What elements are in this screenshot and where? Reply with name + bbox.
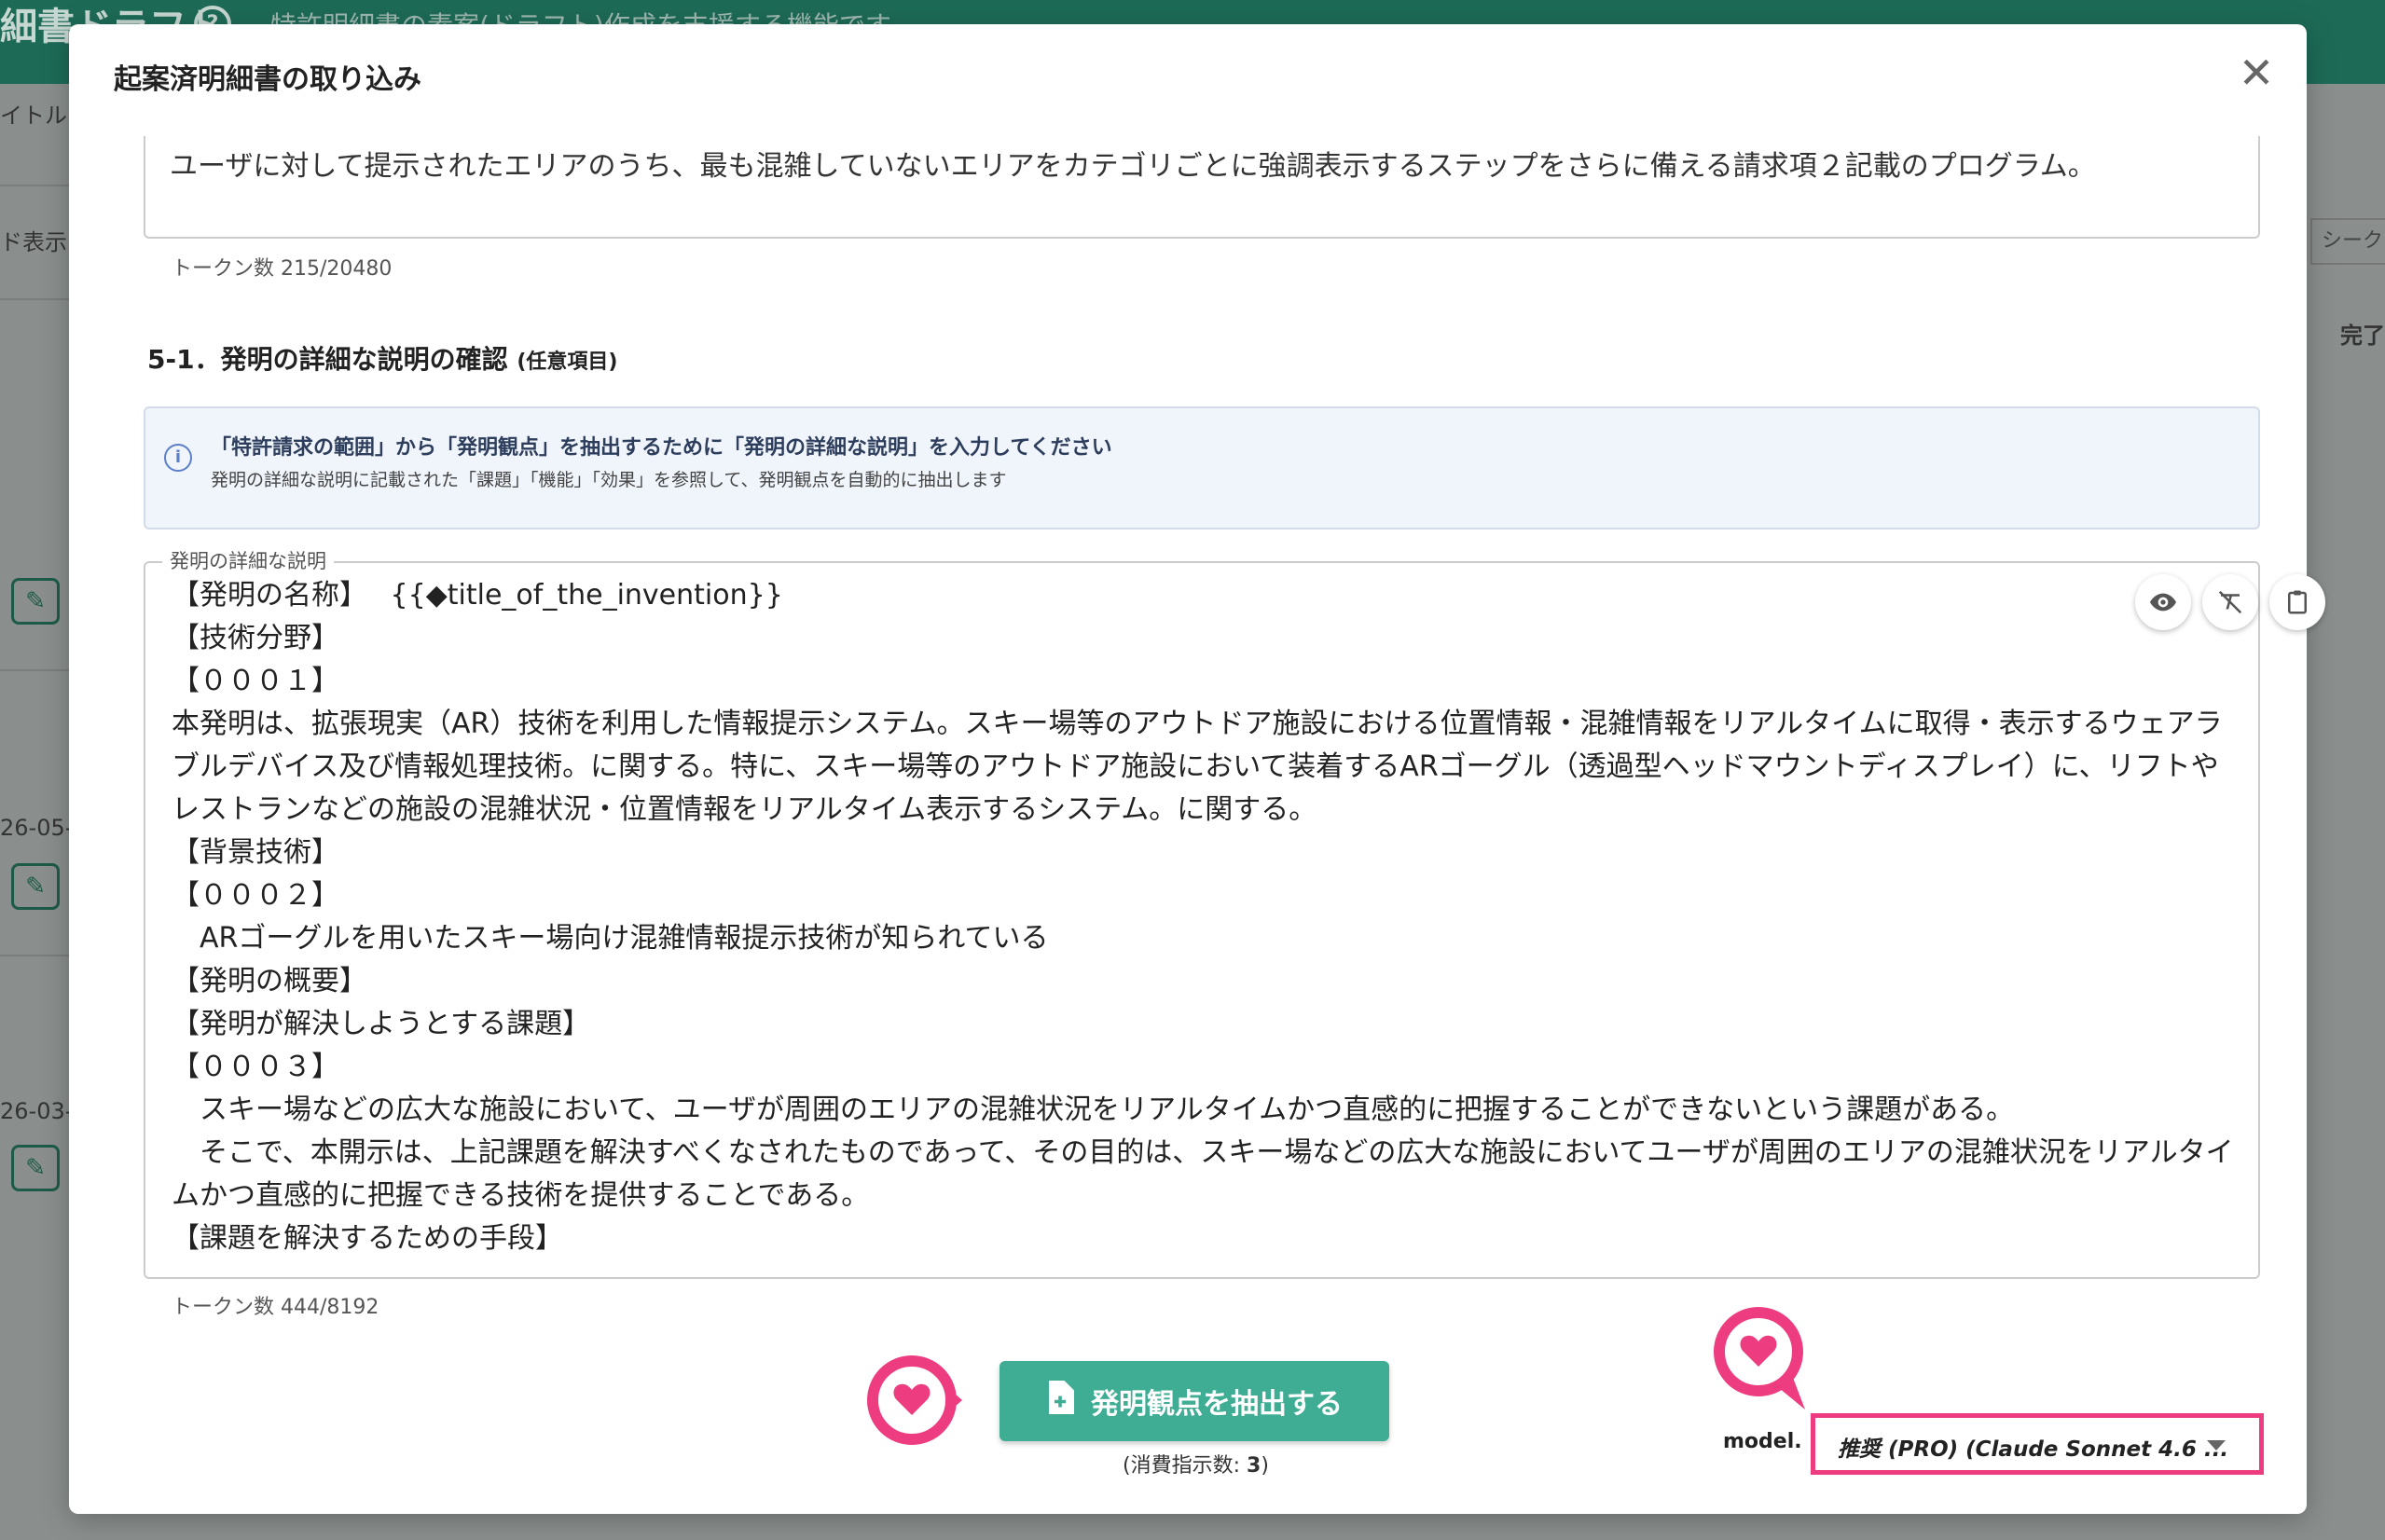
section-title: 5-1．発明の詳細な説明の確認 xyxy=(147,344,508,375)
clear-format-icon[interactable] xyxy=(2202,574,2258,630)
section-heading: 5-1．発明の詳細な説明の確認 (任意項目) xyxy=(147,339,617,377)
bg-edit-button[interactable]: ✎ xyxy=(11,863,60,910)
bg-edit-button[interactable]: ✎ xyxy=(11,578,60,625)
document-add-icon xyxy=(1046,1381,1074,1422)
description-text[interactable]: 【発明の名称】 {{◆title_of_the_invention}} 【技術分… xyxy=(172,574,2241,1264)
clipboard-icon[interactable] xyxy=(2269,574,2325,630)
bg-label-display: ド表示 xyxy=(0,229,67,255)
bg-divider xyxy=(0,185,69,186)
description-legend: 発明の詳細な説明 xyxy=(162,546,334,574)
claims-token-count: トークン数 215/20480 xyxy=(172,257,393,281)
model-select[interactable]: 推奨 (PRO) (Claude Sonnet 4.6 ... xyxy=(1811,1413,2264,1475)
claims-text: ユーザに対して提示されたエリアのうち、最も混雑していないエリアをカテゴリごとに強… xyxy=(170,150,2096,183)
info-title: 「特許請求の範囲」から「発明観点」を抽出するために「発明の詳細な説明」を入力して… xyxy=(211,436,1112,460)
description-textarea[interactable]: 【発明の名称】 {{◆title_of_the_invention}} 【技術分… xyxy=(144,561,2325,1279)
bg-divider xyxy=(0,955,69,956)
modal-title: 起案済明細書の取り込み xyxy=(114,63,421,96)
heart-pin-icon xyxy=(1712,1305,1816,1413)
chevron-down-icon xyxy=(2207,1440,2226,1451)
extract-aspects-button[interactable]: 発明観点を抽出する xyxy=(999,1361,1389,1441)
optional-label: (任意項目) xyxy=(517,351,618,374)
bg-search-tag[interactable]: シーク xyxy=(2310,218,2385,265)
extract-button-label: 発明観点を抽出する xyxy=(1091,1388,1343,1421)
model-selected-value: 推奨 (PRO) (Claude Sonnet 4.6 ... xyxy=(1838,1437,2229,1462)
close-icon[interactable]: ✕ xyxy=(2234,51,2279,97)
bg-status-done: 完了 xyxy=(2340,323,2385,349)
eye-icon[interactable] xyxy=(2135,574,2191,630)
bg-label-title: イトル xyxy=(0,103,67,129)
bg-divider xyxy=(0,669,69,671)
info-subtitle: 発明の詳細な説明に記載された「課題」「機能」「効果」を参照して、発明観点を自動的… xyxy=(211,470,1007,490)
info-icon: i xyxy=(164,444,192,472)
consumption-count: (消費指示数: 3) xyxy=(1123,1454,1269,1478)
heart-pin-icon xyxy=(865,1354,962,1454)
bg-date: 26-05- xyxy=(0,815,74,841)
import-modal: 起案済明細書の取り込み ✕ ユーザに対して提示されたエリアのうち、最も混雑してい… xyxy=(69,24,2325,1514)
claims-textarea[interactable]: ユーザに対して提示されたエリアのうち、最も混雑していないエリアをカテゴリごとに強… xyxy=(144,136,2260,239)
bg-edit-button[interactable]: ✎ xyxy=(11,1145,60,1191)
bg-date: 26-03- xyxy=(0,1098,74,1124)
description-token-count: トークン数 444/8192 xyxy=(172,1296,379,1319)
bg-divider xyxy=(0,298,69,300)
info-alert: i 「特許請求の範囲」から「発明観点」を抽出するために「発明の詳細な説明」を入力… xyxy=(144,406,2260,529)
model-label: model. xyxy=(1723,1430,1802,1453)
